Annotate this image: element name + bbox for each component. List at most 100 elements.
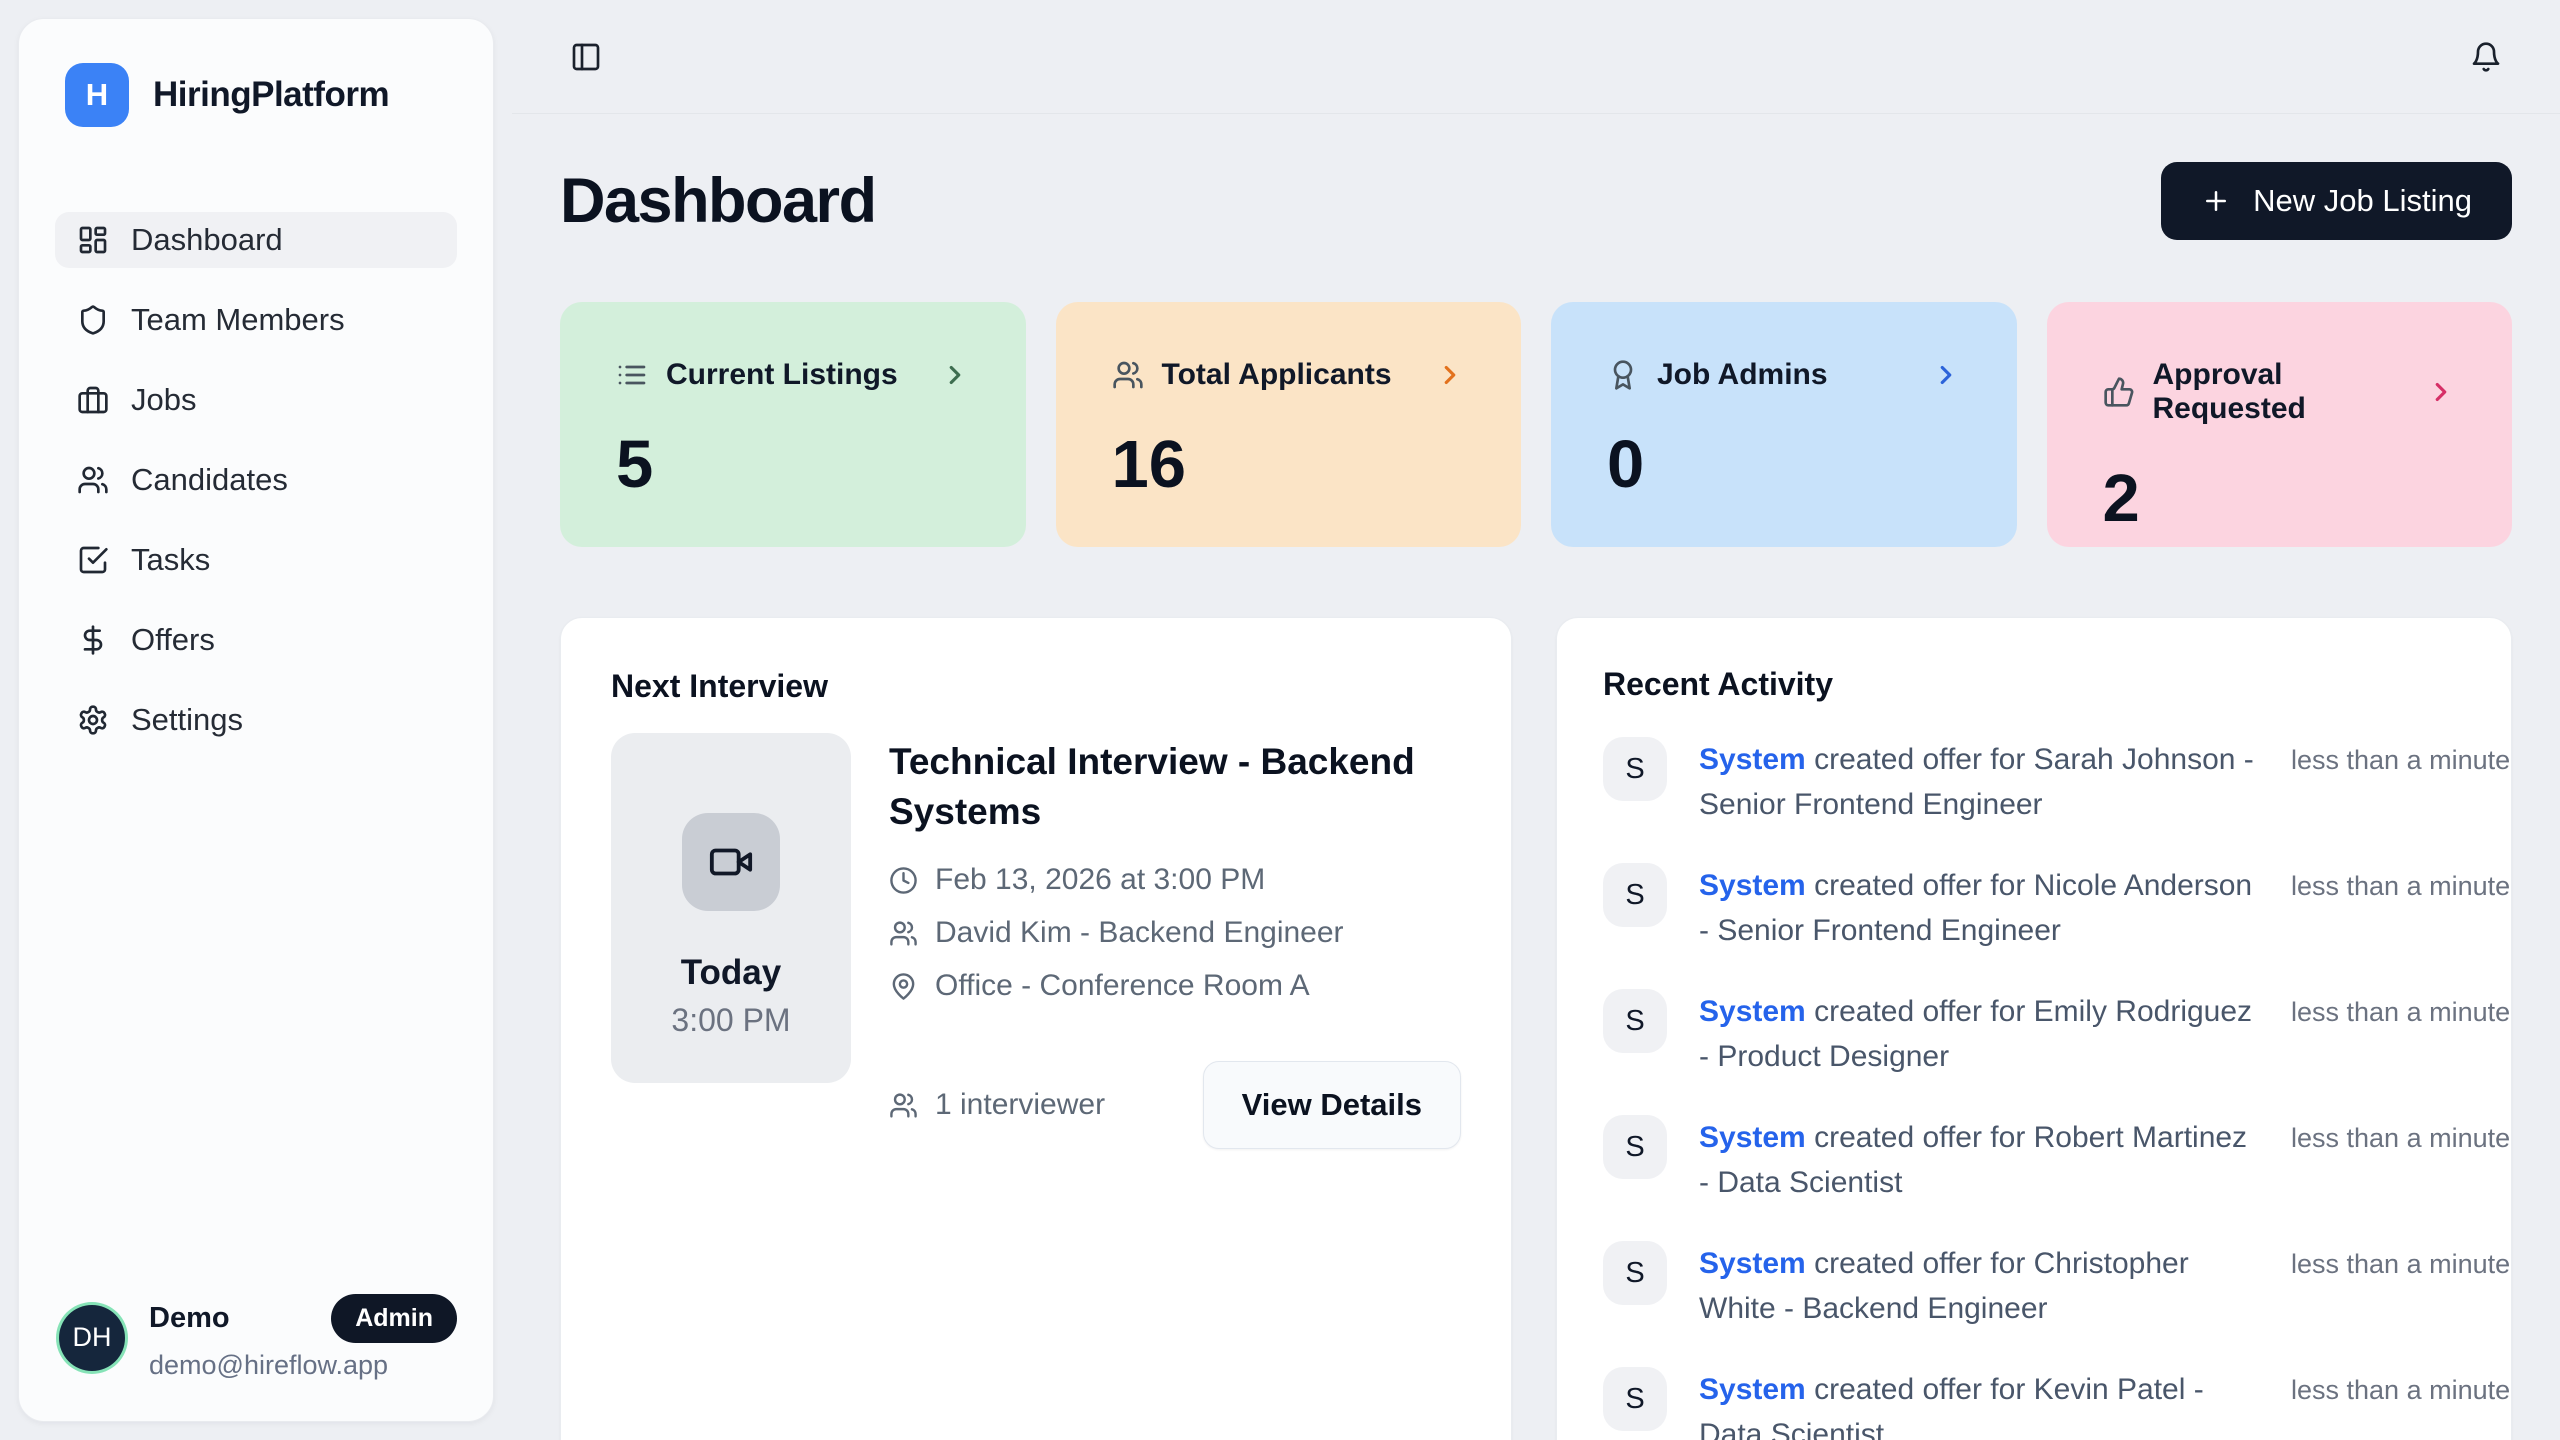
interview-candidate: David Kim - Backend Engineer <box>935 916 1344 950</box>
chevron-right-icon <box>1435 360 1465 390</box>
notifications-button[interactable] <box>2464 35 2508 79</box>
activity-avatar: S <box>1603 989 1667 1053</box>
next-interview-title: Next Interview <box>611 668 1461 705</box>
page-header: Dashboard New Job Listing <box>560 162 2512 240</box>
stat-value: 0 <box>1607 426 1961 503</box>
sidebar-item-label: Offers <box>131 622 215 658</box>
recent-activity-panel: Recent Activity S System created offer f… <box>1556 617 2512 1440</box>
activity-text: System created offer for Sarah Johnson -… <box>1699 737 2259 827</box>
sidebar: H HiringPlatform Dashboard Team Members … <box>18 18 494 1422</box>
activity-item: S System created offer for Emily Rodrigu… <box>1603 989 2465 1079</box>
sidebar-item-jobs[interactable]: Jobs <box>55 372 457 428</box>
activity-actor: System <box>1699 995 1806 1028</box>
user-profile[interactable]: DH Demo Admin demo@hireflow.app <box>55 1294 457 1381</box>
interview-time: 3:00 PM <box>671 1002 790 1039</box>
chevron-right-icon <box>940 360 970 390</box>
video-icon <box>708 839 754 885</box>
activity-timestamp: less than a minute ago <box>2291 1115 2512 1205</box>
interview-details: Technical Interview - Backend Systems Fe… <box>889 733 1461 1149</box>
brand: H HiringPlatform <box>55 63 457 127</box>
sidebar-item-settings[interactable]: Settings <box>55 692 457 748</box>
activity-timestamp: less than a minute ago <box>2291 1241 2512 1331</box>
interview-day: Today <box>681 953 781 993</box>
activity-list: S System created offer for Sarah Johnson… <box>1603 737 2465 1440</box>
interviewer-count: 1 interviewer <box>935 1088 1105 1122</box>
plus-icon <box>2201 186 2231 216</box>
activity-timestamp: less than a minute ago <box>2291 989 2512 1079</box>
avatar: DH <box>59 1305 125 1371</box>
sidebar-item-label: Settings <box>131 702 243 738</box>
chevron-right-icon <box>2426 377 2456 407</box>
stat-value: 2 <box>2103 460 2457 537</box>
activity-avatar: S <box>1603 737 1667 801</box>
stat-card-current-listings[interactable]: Current Listings 5 <box>560 302 1026 547</box>
sidebar-item-offers[interactable]: Offers <box>55 612 457 668</box>
stat-value: 16 <box>1112 426 1466 503</box>
activity-actor: System <box>1699 1373 1806 1406</box>
video-icon-tile <box>682 813 780 911</box>
next-interview-panel: Next Interview Today 3:00 PM Technical I… <box>560 617 1512 1440</box>
activity-timestamp: less than a minute ago <box>2291 1367 2512 1440</box>
layout-dashboard-icon <box>77 224 109 256</box>
sidebar-nav: Dashboard Team Members Jobs Candidates T… <box>55 212 457 748</box>
sidebar-item-label: Team Members <box>131 302 345 338</box>
activity-actor: System <box>1699 1247 1806 1280</box>
interview-location: Office - Conference Room A <box>935 969 1310 1003</box>
view-details-button[interactable]: View Details <box>1203 1061 1461 1149</box>
users-icon <box>1112 359 1144 391</box>
sidebar-item-label: Candidates <box>131 462 288 498</box>
stat-card-approval-requested[interactable]: Approval Requested 2 <box>2047 302 2513 547</box>
stat-card-job-admins[interactable]: Job Admins 0 <box>1551 302 2017 547</box>
new-job-listing-label: New Job Listing <box>2253 183 2472 219</box>
interview-datetime: Feb 13, 2026 at 3:00 PM <box>935 863 1265 897</box>
list-icon <box>616 359 648 391</box>
sidebar-item-label: Jobs <box>131 382 196 418</box>
activity-timestamp: less than a minute ago <box>2291 863 2512 953</box>
activity-text: System created offer for Christopher Whi… <box>1699 1241 2259 1331</box>
activity-item: S System created offer for Christopher W… <box>1603 1241 2465 1331</box>
page-title: Dashboard <box>560 165 876 237</box>
brand-logo: H <box>65 63 129 127</box>
briefcase-icon <box>77 384 109 416</box>
chevron-right-icon <box>1931 360 1961 390</box>
activity-text: System created offer for Kevin Patel - D… <box>1699 1367 2259 1440</box>
dollar-icon <box>77 624 109 656</box>
sidebar-toggle-button[interactable] <box>564 35 608 79</box>
stat-label: Current Listings <box>666 358 922 392</box>
user-name: Demo <box>149 1302 230 1335</box>
avatar-initials: DH <box>73 1322 112 1353</box>
activity-actor: System <box>1699 1121 1806 1154</box>
shield-icon <box>77 304 109 336</box>
users-icon <box>77 464 109 496</box>
sidebar-item-dashboard[interactable]: Dashboard <box>55 212 457 268</box>
brand-logo-letter: H <box>86 77 108 113</box>
sidebar-item-team-members[interactable]: Team Members <box>55 292 457 348</box>
activity-actor: System <box>1699 869 1806 902</box>
activity-avatar: S <box>1603 1367 1667 1431</box>
thumbs-up-icon <box>2103 376 2135 408</box>
stat-label: Job Admins <box>1657 358 1913 392</box>
activity-item: S System created offer for Robert Martin… <box>1603 1115 2465 1205</box>
new-job-listing-button[interactable]: New Job Listing <box>2161 162 2512 240</box>
interview-date-tile: Today 3:00 PM <box>611 733 851 1083</box>
interviewer-count-row: 1 interviewer <box>889 1088 1105 1122</box>
sidebar-item-tasks[interactable]: Tasks <box>55 532 457 588</box>
gear-icon <box>77 704 109 736</box>
map-pin-icon <box>889 972 918 1001</box>
activity-actor: System <box>1699 743 1806 776</box>
topbar <box>512 0 2560 114</box>
interview-datetime-row: Feb 13, 2026 at 3:00 PM <box>889 863 1461 897</box>
activity-text: System created offer for Emily Rodriguez… <box>1699 989 2259 1079</box>
role-badge: Admin <box>331 1294 457 1343</box>
check-square-icon <box>77 544 109 576</box>
sidebar-item-candidates[interactable]: Candidates <box>55 452 457 508</box>
bell-icon <box>2470 41 2502 73</box>
users-icon <box>889 1091 918 1120</box>
activity-text: System created offer for Nicole Anderson… <box>1699 863 2259 953</box>
stat-card-total-applicants[interactable]: Total Applicants 16 <box>1056 302 1522 547</box>
activity-avatar: S <box>1603 1115 1667 1179</box>
activity-avatar: S <box>1603 1241 1667 1305</box>
stat-value: 5 <box>616 426 970 503</box>
user-email: demo@hireflow.app <box>149 1350 457 1381</box>
sidebar-item-label: Tasks <box>131 542 210 578</box>
